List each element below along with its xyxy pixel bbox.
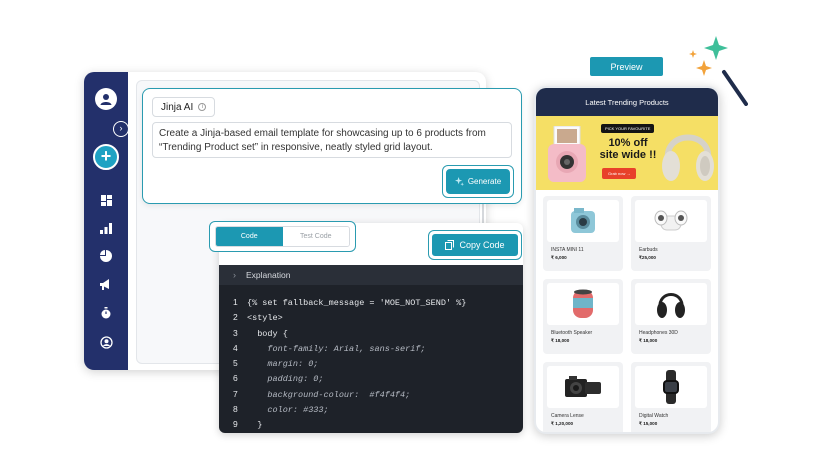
product-image: [547, 283, 619, 325]
product-image: [635, 283, 707, 325]
product-image: [635, 200, 707, 242]
code-lines: 1 {% set fallback_message = 'MOE_NOT_SEND…: [219, 285, 523, 433]
product-image: [547, 366, 619, 408]
promo-banner: PICK YOUR FAVOURITE 10% off site wide !!…: [536, 116, 718, 190]
code-line: 5 margin: 0;: [233, 358, 319, 370]
collapse-sidebar-button[interactable]: ›: [113, 121, 129, 137]
copy-icon: [445, 240, 455, 250]
prompt-input[interactable]: Create a Jinja-based email template for …: [152, 122, 512, 158]
timer-icon[interactable]: [99, 306, 113, 320]
generate-button[interactable]: Generate: [446, 169, 510, 194]
avatar[interactable]: [95, 88, 117, 110]
product-card[interactable]: Earbuds ₹25,000: [631, 196, 711, 271]
email-preview-phone: Latest Trending Products PICK YOUR FAVOU…: [534, 86, 720, 434]
dashboard-icon[interactable]: [99, 193, 113, 207]
info-icon[interactable]: i: [198, 103, 207, 111]
product-image: [635, 366, 707, 408]
code-line: 3 body {: [233, 327, 288, 339]
analytics-icon[interactable]: [99, 221, 113, 235]
sidebar: +: [84, 72, 128, 370]
jinja-ai-chip[interactable]: Jinja AI i: [152, 97, 216, 117]
product-card[interactable]: Camera Lense ₹ 1,20,000: [543, 362, 623, 432]
preview-header: Latest Trending Products: [536, 88, 718, 116]
product-price: ₹ 6,000: [551, 255, 567, 260]
product-card[interactable]: Bluetooth Speaker ₹ 18,000: [543, 279, 623, 354]
code-line: 8 color: #333;: [233, 404, 329, 416]
code-editor: › Explanation 1 {% set fallback_message =…: [219, 265, 523, 433]
copy-code-label: Copy Code: [459, 240, 505, 250]
banner-tag: PICK YOUR FAVOURITE: [601, 124, 655, 133]
product-price: ₹ 1,20,000: [551, 421, 574, 426]
explanation-toggle[interactable]: › Explanation: [219, 265, 523, 285]
product-name: Earbuds: [639, 247, 658, 253]
generate-button-highlight: Generate: [442, 165, 514, 198]
preview-button[interactable]: Preview: [590, 57, 663, 76]
product-card[interactable]: INSTA MINI 11 ₹ 6,000: [543, 196, 623, 271]
product-image: [547, 200, 619, 242]
code-line: 1 {% set fallback_message = 'MOE_NOT_SEND…: [233, 297, 467, 308]
tab-code[interactable]: Code: [216, 227, 283, 246]
copy-code-button[interactable]: Copy Code: [432, 234, 518, 256]
pie-chart-icon[interactable]: [99, 249, 113, 263]
sparkle-icon: [454, 177, 464, 186]
product-card[interactable]: Headphones 30D ₹ 18,000: [631, 279, 711, 354]
code-tabs: Code Test Code: [215, 226, 350, 247]
explanation-label: Explanation: [246, 270, 291, 280]
code-line: 9 }: [233, 419, 263, 431]
stage: + › Jinja AI i Create a Jinja-based emai…: [0, 0, 832, 468]
code-tabs-highlight: Code Test Code: [209, 221, 356, 252]
product-name: INSTA MINI 11: [551, 247, 584, 253]
product-name: Camera Lense: [551, 413, 584, 419]
product-name: Headphones 30D: [639, 330, 678, 336]
headphones-image: [662, 134, 714, 181]
user-settings-icon[interactable]: [99, 335, 113, 349]
code-line: 6 padding: 0;: [233, 373, 324, 385]
product-price: ₹25,000: [639, 255, 656, 260]
product-price: ₹ 15,000: [639, 421, 658, 426]
copy-button-highlight: Copy Code: [428, 230, 522, 260]
code-line: 4 font-family: Arial, sans-serif;: [233, 342, 426, 354]
chevron-right-icon: ›: [233, 270, 236, 280]
prompt-card: Jinja AI i Create a Jinja-based email te…: [142, 88, 522, 204]
code-line: 2 <style>: [233, 312, 283, 324]
banner-headline: 10% off site wide !!: [599, 137, 657, 161]
product-card[interactable]: Digital Watch ₹ 15,000: [631, 362, 711, 432]
jinja-ai-label: Jinja AI: [161, 101, 194, 113]
add-button[interactable]: +: [93, 144, 119, 170]
tab-test-code[interactable]: Test Code: [282, 227, 349, 246]
product-name: Digital Watch: [639, 413, 669, 419]
grab-now-button[interactable]: Grab now →: [602, 168, 637, 179]
instant-camera-image: [548, 126, 586, 182]
product-grid: INSTA MINI 11 ₹ 6,000 Earbuds ₹25,000 Bl…: [543, 196, 711, 432]
product-price: ₹ 18,000: [551, 338, 570, 343]
code-line: 7 background-colour: #f4f4f4;: [233, 388, 411, 400]
generate-label: Generate: [467, 177, 502, 186]
megaphone-icon[interactable]: [99, 277, 113, 291]
product-name: Bluetooth Speaker: [551, 330, 593, 336]
product-price: ₹ 18,000: [639, 338, 658, 343]
